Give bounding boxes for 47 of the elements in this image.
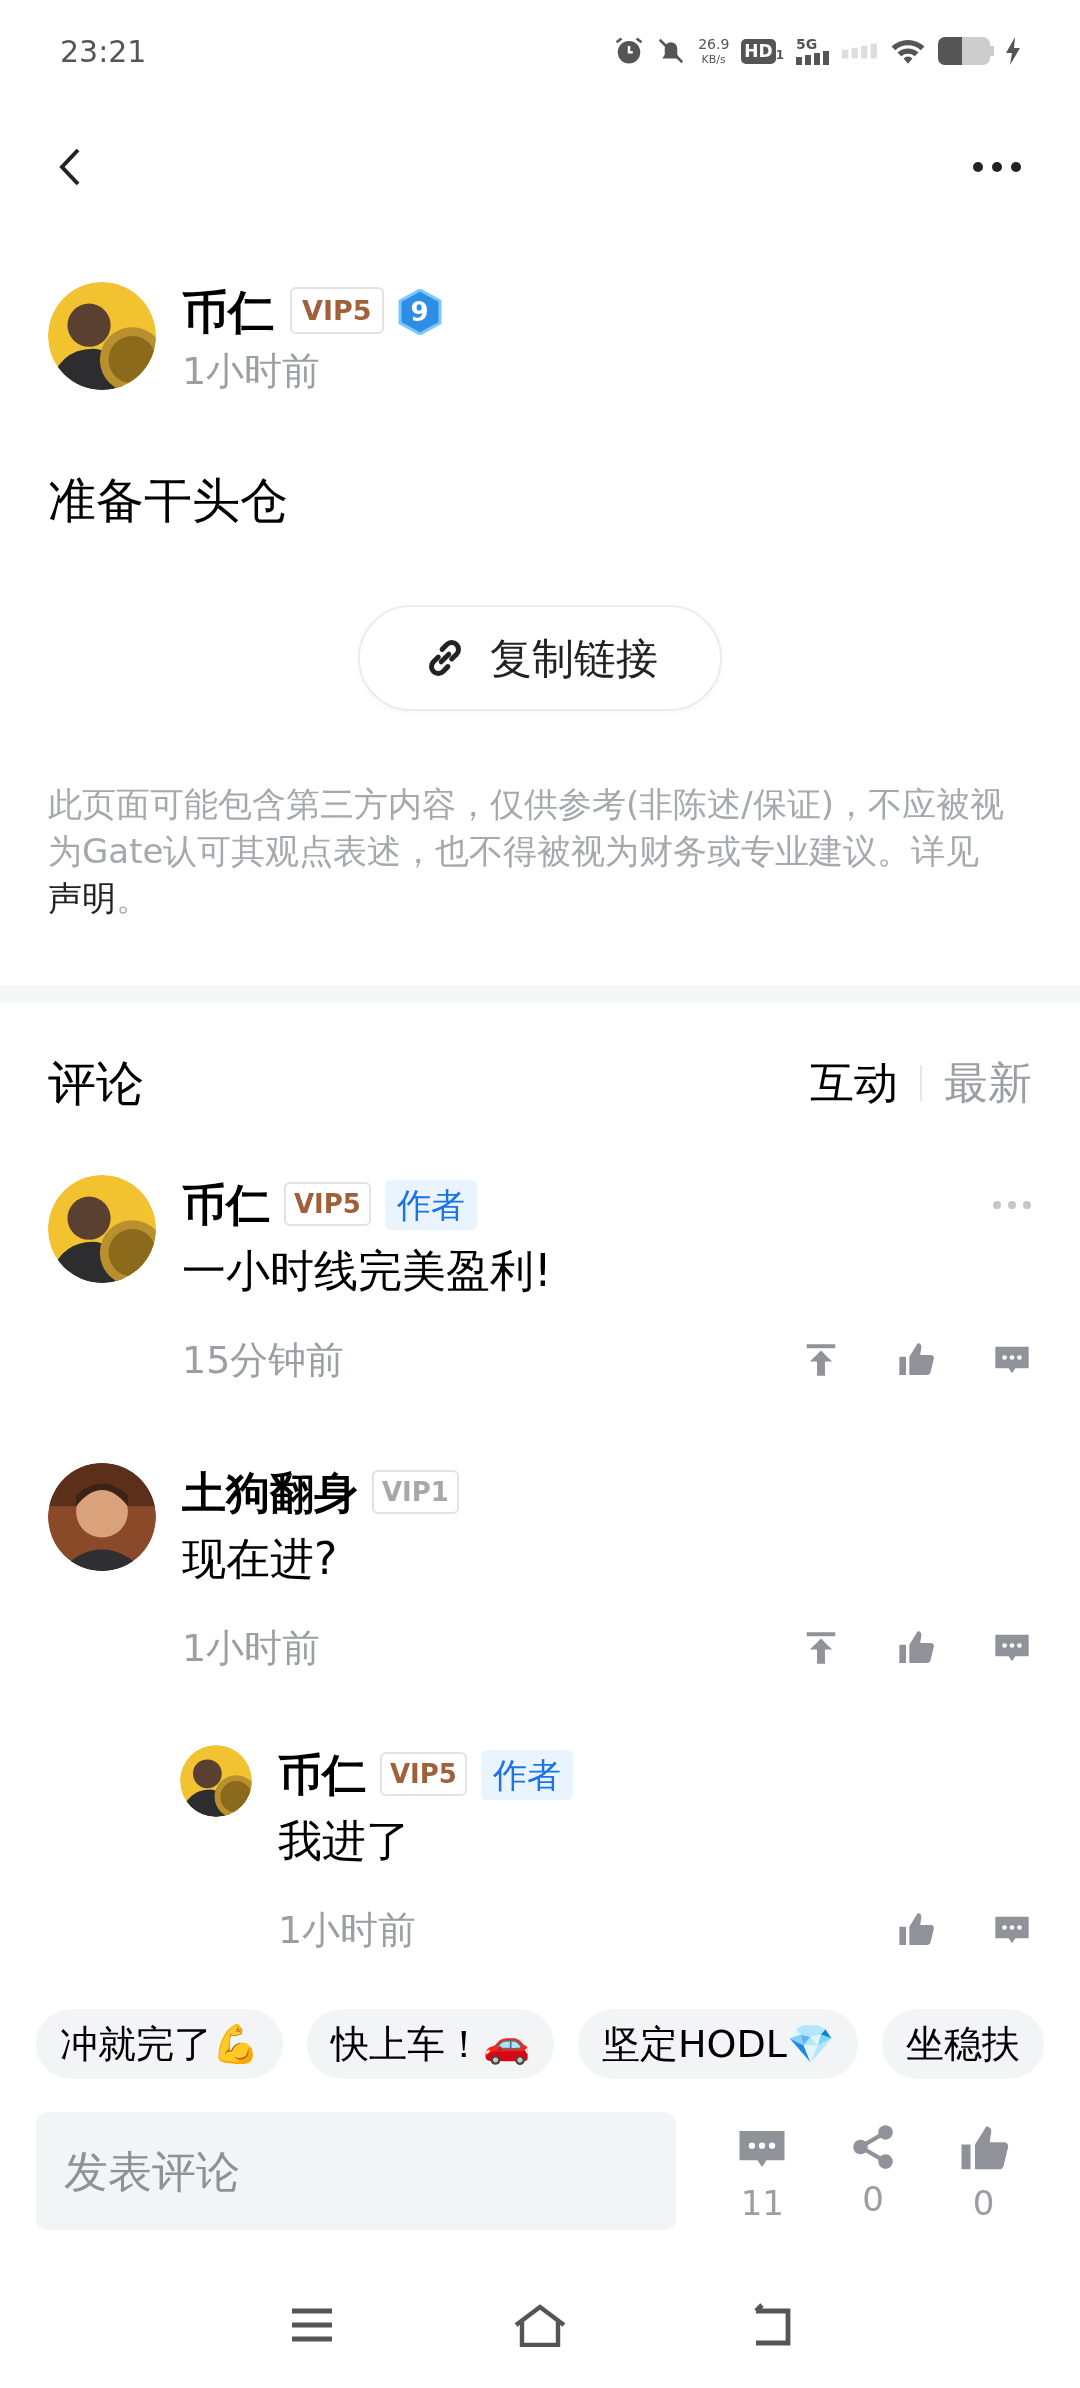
commenter-name: 币仁 <box>182 1183 270 1227</box>
alarm-icon <box>614 36 645 66</box>
author-name: 币仁 <box>182 289 274 335</box>
copy-link-button[interactable]: 复制链接 <box>358 605 722 711</box>
comment-text: 我进了 <box>278 1814 411 1868</box>
shares-count: 0 <box>862 2182 884 2216</box>
comment-time: 1小时前 <box>278 1911 417 1949</box>
comment-time: 1小时前 <box>182 1629 321 1667</box>
network-type: 5G <box>796 37 818 51</box>
author-tag: 作者 <box>480 1750 573 1800</box>
charging-icon <box>1006 37 1020 65</box>
quick-reply-chip[interactable]: 坐稳扶 <box>881 2009 1044 2079</box>
network-speed-unit: KB/s <box>701 54 726 65</box>
back-icon[interactable] <box>58 147 82 187</box>
vip-badge: VIP5 <box>284 1181 371 1226</box>
home-icon[interactable] <box>512 2303 568 2347</box>
level-badge <box>397 289 442 335</box>
comment-text: 一小时线完美盈利! <box>182 1244 553 1298</box>
comments-heading: 评论 <box>48 1059 144 1107</box>
comment-text: 现在进? <box>182 1532 339 1586</box>
post-time: 1小时前 <box>182 352 322 390</box>
signal-icon <box>796 51 830 65</box>
hd-indicator: HD <box>741 38 776 64</box>
post-text: 准备干头仓 <box>47 471 289 530</box>
signal-icon <box>842 43 878 59</box>
sort-tab[interactable]: 互动 <box>810 1061 898 1105</box>
quick-reply-chip[interactable]: 冲就完了💪 <box>36 2009 283 2079</box>
vip-badge: VIP1 <box>372 1469 459 1514</box>
comments-count: 11 <box>740 2186 784 2220</box>
disclaimer-link[interactable]: 声明 <box>48 878 116 918</box>
comment-input[interactable]: 发表评论 <box>36 2112 676 2230</box>
commenter-name: 币仁 <box>278 1753 366 1797</box>
quick-reply-chip[interactable]: 坚定HODL💎 <box>578 2009 858 2079</box>
vip-badge: VIP5 <box>380 1751 467 1796</box>
level-number: 9 <box>410 299 429 325</box>
likes-count: 0 <box>972 2186 995 2220</box>
more-icon[interactable] <box>972 161 1022 173</box>
network-speed: 26.9 <box>698 37 730 51</box>
sim-number: 1 <box>775 46 784 64</box>
quick-reply-chip[interactable]: 快上车！🚗 <box>307 2009 554 2079</box>
commenter-name: 土狗翻身 <box>182 1471 358 1515</box>
vip-badge: VIP5 <box>290 287 384 334</box>
author-tag: 作者 <box>384 1180 477 1230</box>
battery-icon <box>938 37 994 65</box>
status-time: 23:21 <box>60 32 147 71</box>
comment-time: 15分钟前 <box>182 1341 345 1379</box>
disclaimer-text: 此页面可能包含第三方内容，仅供参考(非陈述/保证)，不应被视为Gate认可其观点表述，也不得被视为财务或专业建议。详见 声明。 <box>47 783 1005 920</box>
